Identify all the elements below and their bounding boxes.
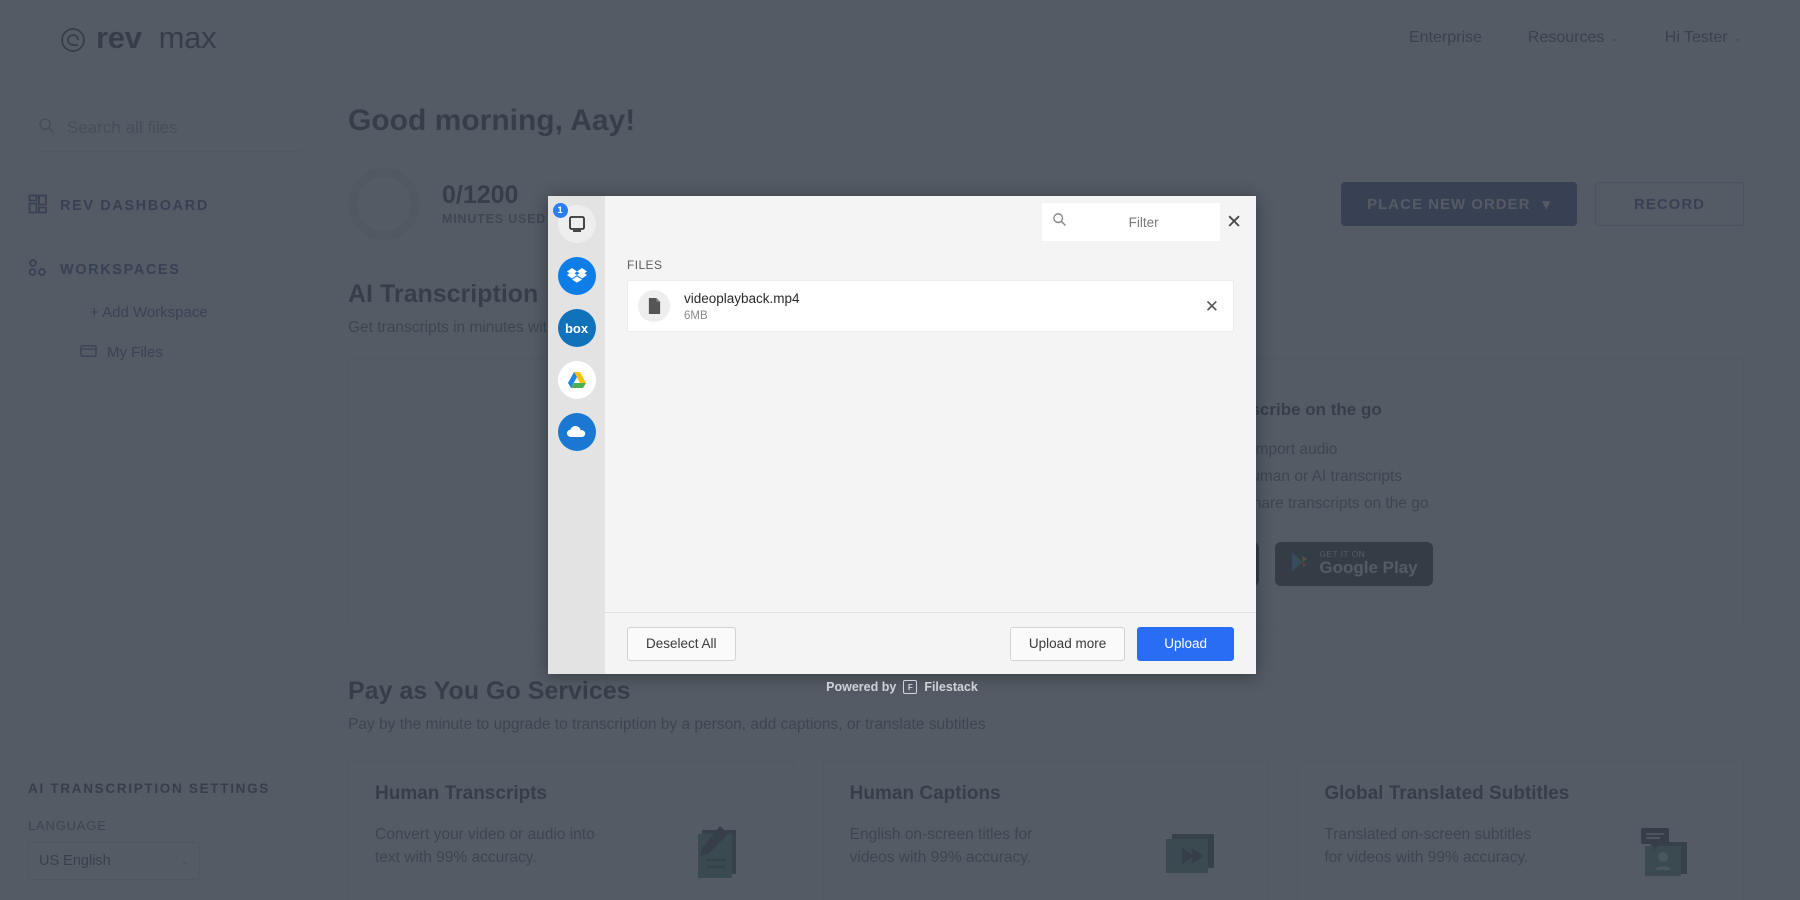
picker-footer: Deselect All Upload more Upload xyxy=(605,612,1256,674)
file-meta: videoplayback.mp4 6MB xyxy=(684,290,800,322)
selected-count-badge: 1 xyxy=(552,203,568,218)
footer-right-actions: Upload more Upload xyxy=(1009,626,1234,661)
dropbox-icon xyxy=(566,268,587,283)
filter-input[interactable] xyxy=(1077,214,1211,230)
upload-more-button[interactable]: Upload more xyxy=(1009,626,1126,661)
close-icon[interactable]: ✕ xyxy=(1220,213,1256,232)
filestack-brand-label: Filestack xyxy=(924,680,978,694)
upload-button[interactable]: Upload xyxy=(1137,626,1234,661)
picker-source-rail: 1 box xyxy=(548,196,605,674)
google-drive-icon xyxy=(567,372,586,388)
picker-header: ✕ xyxy=(605,196,1256,248)
file-picker-dialog: 1 box Filter ✕ FILES videoplayback.mp4 6… xyxy=(548,196,1256,674)
picker-main: ✕ FILES videoplayback.mp4 6MB xyxy=(605,196,1256,674)
search-icon xyxy=(1052,212,1067,232)
source-box[interactable]: box xyxy=(557,309,596,347)
source-onedrive[interactable] xyxy=(557,413,596,451)
source-google-drive[interactable] xyxy=(557,361,596,399)
picker-body: 1 box Filter ✕ FILES videoplayback.mp4 6… xyxy=(548,196,1256,674)
powered-by-label: Powered by xyxy=(826,680,897,694)
deselect-all-button[interactable]: Deselect All xyxy=(627,626,736,661)
app-root: rev max Enterprise Resources ⌄ Hi Tester… xyxy=(0,0,1800,900)
files-section-label: FILES xyxy=(605,248,1256,280)
monitor-icon xyxy=(568,216,585,232)
powered-by-filestack: Powered by F Filestack xyxy=(548,680,1256,694)
file-size: 6MB xyxy=(684,309,708,322)
list-item[interactable]: videoplayback.mp4 6MB ✕ xyxy=(627,280,1234,332)
filter-box[interactable] xyxy=(1042,203,1221,241)
source-dropbox[interactable] xyxy=(557,257,596,295)
source-local-device[interactable]: 1 xyxy=(552,203,596,243)
file-list: videoplayback.mp4 6MB ✕ xyxy=(605,280,1256,612)
filestack-logo-icon: F xyxy=(903,680,918,694)
onedrive-cloud-icon xyxy=(566,426,585,437)
box-icon: box xyxy=(564,320,589,336)
remove-file-icon[interactable]: ✕ xyxy=(1205,298,1219,315)
file-icon xyxy=(638,290,670,322)
file-name: videoplayback.mp4 xyxy=(684,291,800,307)
